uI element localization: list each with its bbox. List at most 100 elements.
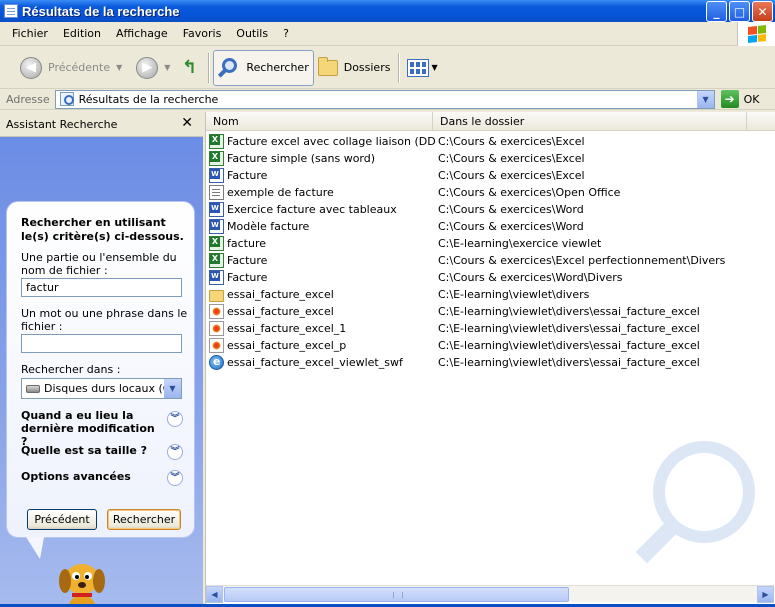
menu-help[interactable]: ?	[283, 27, 289, 40]
table-row[interactable]: exemple de facture C:\Cours & exercices\O…	[206, 184, 775, 201]
assistant-title: Assistant Recherche	[6, 117, 118, 131]
chevron-down-icon[interactable]: ▼	[164, 379, 181, 398]
table-row[interactable]: Facture excel avec collage liaison (DDE)…	[206, 133, 775, 150]
flash-file-icon	[209, 321, 224, 336]
file-folder: C:\Cours & exercices\Open Office	[438, 186, 621, 199]
file-name: facture	[227, 237, 266, 250]
flash-file-icon	[209, 304, 224, 319]
bubble-tail	[26, 537, 44, 559]
file-name: essai_facture_excel_1	[227, 322, 347, 335]
file-name: Facture	[227, 169, 268, 182]
title-bar[interactable]: Résultats de la recherche _ □ ✕	[0, 0, 775, 22]
back-label: Précédente	[48, 61, 111, 74]
file-name-cell: Modèle facture	[206, 219, 435, 234]
excel-file-icon	[209, 253, 224, 268]
table-row[interactable]: essai_facture_excel_viewlet_swf C:\E-lear…	[206, 354, 775, 371]
file-name-cell: Facture excel avec collage liaison (DDE)	[206, 134, 435, 149]
file-name: Facture simple (sans word)	[227, 152, 376, 165]
windows-flag-icon	[747, 25, 766, 43]
lookin-select[interactable]: Disques durs locaux (C:) ▼	[21, 378, 182, 399]
address-input[interactable]: Résultats de la recherche ▼	[54, 89, 715, 109]
search-button[interactable]: Rechercher	[213, 49, 314, 86]
table-row[interactable]: essai_facture_excel C:\E-learning\viewlet…	[206, 303, 775, 320]
scroll-thumb[interactable]	[224, 587, 569, 602]
folder-file-icon	[209, 289, 224, 302]
file-folder: C:\Cours & exercices\Word	[438, 203, 584, 216]
flash-file-icon	[209, 338, 224, 353]
excel-file-icon	[209, 134, 224, 149]
up-folder-button[interactable]: ↰	[174, 50, 204, 86]
address-dropdown-icon[interactable]: ▼	[696, 90, 714, 108]
menu-fichier[interactable]: Fichier	[12, 27, 48, 40]
close-button[interactable]: ✕	[752, 1, 773, 22]
forward-button[interactable]: ▶ ▼	[132, 50, 174, 86]
menu-bar: Fichier Edition Affichage Favoris Outils…	[0, 22, 775, 46]
address-bar: Adresse Résultats de la recherche ▼ ➔ OK	[0, 89, 775, 110]
table-row[interactable]: facture C:\E-learning\exercice viewlet	[206, 235, 775, 252]
table-row[interactable]: Exercice facture avec tableaux C:\Cours &…	[206, 201, 775, 218]
window-title: Résultats de la recherche	[22, 3, 180, 19]
file-name-cell: essai_facture_excel_viewlet_swf	[206, 355, 435, 370]
expand-chevron-icon[interactable]: ︾	[167, 444, 183, 460]
expand-chevron-icon[interactable]: ︾	[167, 411, 183, 427]
column-folder[interactable]: Dans le dossier	[433, 112, 747, 131]
menu-favoris[interactable]: Favoris	[183, 27, 222, 40]
filename-input[interactable]	[21, 278, 182, 297]
ie-file-icon	[209, 355, 224, 370]
back-button[interactable]: ◀ Précédente ▼	[16, 50, 126, 86]
table-row[interactable]: Modèle facture C:\Cours & exercices\Word	[206, 218, 775, 235]
back-dropdown-icon[interactable]: ▼	[116, 63, 122, 72]
menu-edition[interactable]: Edition	[63, 27, 101, 40]
menu-affichage[interactable]: Affichage	[116, 27, 168, 40]
filename-label: Une partie ou l'ensemble du nom de fichi…	[21, 251, 177, 277]
magnifier-watermark-icon	[635, 441, 755, 564]
table-row[interactable]: essai_facture_excel_p C:\E-learning\viewl…	[206, 337, 775, 354]
minimize-button[interactable]: _	[706, 1, 727, 22]
search-results-icon	[4, 4, 18, 18]
assistant-background: Rechercher en utilisant le(s) critère(s)…	[0, 137, 203, 604]
search-assistant-panel: Assistant Recherche ✕ Rechercher en util…	[0, 112, 203, 604]
maximize-button[interactable]: □	[729, 1, 750, 22]
phrase-label: Un mot ou une phrase dans le fichier :	[21, 307, 188, 333]
table-row[interactable]: Facture C:\Cours & exercices\Excel perfec…	[206, 252, 775, 269]
file-name-cell: essai_facture_excel	[206, 288, 435, 302]
file-name: Modèle facture	[227, 220, 310, 233]
expand-chevron-icon[interactable]: ︾	[167, 470, 183, 486]
file-name-cell: essai_facture_excel	[206, 304, 435, 319]
search-submit-button[interactable]: Rechercher	[107, 509, 181, 530]
go-button[interactable]: ➔ OK	[720, 90, 759, 108]
menu-outils[interactable]: Outils	[236, 27, 268, 40]
window-controls: _ □ ✕	[706, 1, 773, 22]
file-name-cell: Facture	[206, 168, 435, 183]
phrase-input[interactable]	[21, 334, 182, 353]
previous-button[interactable]: Précédent	[27, 509, 97, 530]
forward-dropdown-icon[interactable]: ▼	[164, 63, 170, 72]
table-row[interactable]: Facture C:\Cours & exercices\Word\Divers	[206, 269, 775, 286]
file-name: Exercice facture avec tableaux	[227, 203, 397, 216]
table-row[interactable]: Facture C:\Cours & exercices\Excel	[206, 167, 775, 184]
scroll-left-icon[interactable]: ◀	[206, 586, 223, 603]
table-row[interactable]: Facture simple (sans word) C:\Cours & exe…	[206, 150, 775, 167]
views-button[interactable]: ▼	[403, 50, 441, 86]
table-row[interactable]: essai_facture_excel_1 C:\E-learning\viewl…	[206, 320, 775, 337]
section-advanced[interactable]: Options avancées ︾	[21, 470, 185, 486]
toolbar-separator	[208, 52, 210, 83]
search-results-icon	[59, 92, 74, 106]
doc-file-icon	[209, 185, 224, 200]
section-size[interactable]: Quelle est sa taille ? ︾	[21, 444, 185, 460]
file-name-cell: Exercice facture avec tableaux	[206, 202, 435, 217]
file-name: Facture	[227, 271, 268, 284]
file-name-cell: Facture	[206, 253, 435, 268]
horizontal-scrollbar[interactable]: ◀ ▶	[206, 585, 774, 603]
scroll-right-icon[interactable]: ▶	[757, 586, 774, 603]
assistant-close-icon[interactable]: ✕	[181, 115, 193, 131]
column-name[interactable]: Nom	[206, 112, 433, 131]
up-arrow-icon: ↰	[181, 57, 197, 78]
search-label: Rechercher	[246, 61, 309, 74]
section-modified[interactable]: Quand a eu lieu la dernière modification…	[21, 409, 185, 448]
folders-button[interactable]: Dossiers	[314, 50, 395, 86]
file-folder: C:\Cours & exercices\Word	[438, 220, 584, 233]
file-folder: C:\E-learning\viewlet\divers\essai_factu…	[438, 356, 700, 369]
table-row[interactable]: essai_facture_excel C:\E-learning\viewlet…	[206, 286, 775, 303]
file-name: essai_facture_excel	[227, 288, 334, 301]
